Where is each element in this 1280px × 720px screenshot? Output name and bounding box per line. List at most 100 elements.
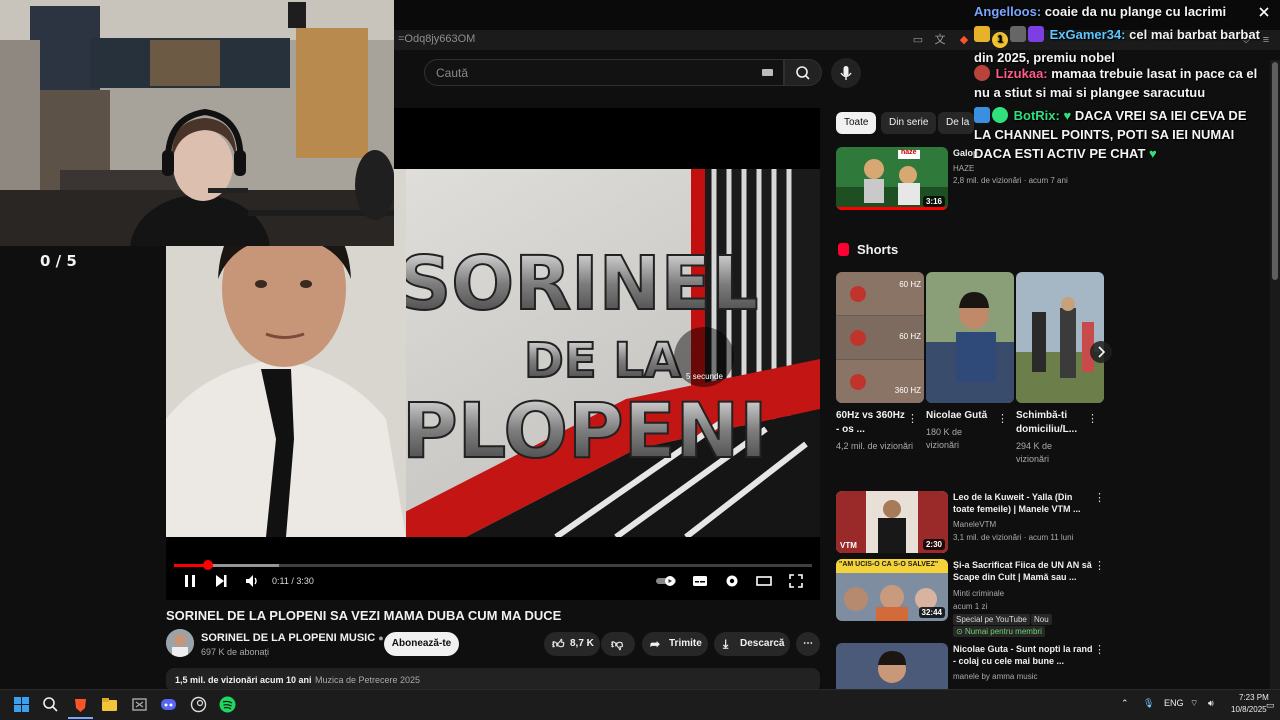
notification-icon[interactable]: ▭ xyxy=(1266,700,1275,711)
wifi-icon[interactable]: ⌔ xyxy=(1190,698,1198,709)
translate-icon[interactable]: 文 xyxy=(934,34,946,46)
short-title[interactable]: 60Hz vs 360Hz - os ... xyxy=(836,409,906,437)
channel-name[interactable]: Minti criminale xyxy=(953,588,1004,599)
voice-search-button[interactable] xyxy=(831,58,861,88)
autoplay-toggle-icon[interactable] xyxy=(655,573,677,589)
kick-badge-icon xyxy=(1028,26,1044,42)
short-thumbnail[interactable]: 60 HZ 60 HZ 360 HZ xyxy=(836,272,924,403)
short-views: 180 K de vizionări xyxy=(926,427,963,450)
channel-name-text[interactable]: SORINEL DE LA PLOPENI MUSIC xyxy=(201,632,375,644)
chip-from-channel[interactable]: De la S xyxy=(938,112,974,134)
badge-members-only: ⊙ Numai pentru membri xyxy=(953,626,1045,637)
steam-icon[interactable] xyxy=(190,696,207,713)
url-text[interactable]: =Odq8jy663OM xyxy=(398,33,475,45)
music-tag[interactable]: Muzica de Petrecere 2025 xyxy=(315,675,420,685)
dislike-button[interactable]: 👎︎ xyxy=(601,632,635,656)
speaker-icon[interactable]: 🔊︎ xyxy=(1208,698,1214,709)
share-label: Trimite xyxy=(669,638,702,649)
video-duration: 2:30 xyxy=(922,539,945,550)
channel-name[interactable]: HAZE xyxy=(953,163,974,174)
channel-avatar[interactable] xyxy=(166,629,194,657)
thumb-text: "AM UCIS-O CA S-O SALVEZ" xyxy=(839,561,939,568)
like-count: 8,7 K xyxy=(570,638,594,649)
search-icon[interactable] xyxy=(42,696,59,713)
subtitles-icon[interactable] xyxy=(692,573,708,589)
short-title[interactable]: Nicolae Gută xyxy=(926,409,996,423)
short-thumbnail[interactable] xyxy=(1016,272,1104,403)
discord-icon[interactable] xyxy=(160,696,177,713)
short-menu-icon[interactable]: ⋮ xyxy=(1087,412,1098,425)
channel-name[interactable]: ManeleVTM xyxy=(953,519,996,530)
progress-buffer xyxy=(209,564,279,567)
short-title[interactable]: Schimbă-ti domiciliu/L... xyxy=(1016,409,1086,437)
settings-gear-icon[interactable] xyxy=(724,573,740,589)
heart-icon: ♥ xyxy=(1063,108,1072,123)
more-actions-button[interactable]: ⋯ xyxy=(796,632,820,656)
windows-start-icon[interactable] xyxy=(13,696,30,713)
channel-name[interactable]: manele by amma music xyxy=(953,671,1037,682)
video-thumbnail[interactable] xyxy=(836,643,948,689)
skip-hint: 5 secunde xyxy=(686,372,723,381)
share-button[interactable]: ➦ Trimite xyxy=(642,632,708,656)
microphone-tray-icon[interactable]: 🎙︎ xyxy=(1143,698,1154,709)
video-thumbnail[interactable]: VTM 2:30 xyxy=(836,491,948,553)
short-label: 60 HZ xyxy=(899,332,921,341)
brave-browser-icon[interactable] xyxy=(72,696,89,713)
scrubber-handle[interactable] xyxy=(203,560,213,570)
tray-overflow-icon[interactable]: ⌃ xyxy=(1121,698,1129,709)
clock-date[interactable]: 10/8/2025 xyxy=(1231,705,1267,714)
video-thumbnail[interactable]: haze 3:16 xyxy=(836,147,948,210)
shorts-heading: Shorts xyxy=(857,242,899,257)
verified-icon: ● xyxy=(378,633,384,643)
verified-badge-icon xyxy=(992,107,1008,123)
language-indicator[interactable]: ENG xyxy=(1164,698,1184,708)
members-icon: ⊙ xyxy=(956,627,965,636)
video-title[interactable]: Și-a Sacrificat Fiica de UN AN să Scape … xyxy=(953,559,1093,583)
chat-message: BotRix: ♥ DACA VREI SA IEI CEVA DE LA CH… xyxy=(974,106,1266,163)
channel-name[interactable]: SORINEL DE LA PLOPENI MUSIC ● xyxy=(201,632,384,644)
video-menu-icon[interactable]: ⋮ xyxy=(1094,491,1105,504)
active-app-indicator xyxy=(68,717,93,719)
chat-message: Angelloos: coaie da nu plange cu lacrimi xyxy=(974,2,1264,21)
video-title[interactable]: Nicolae Guta - Sunt nopti la rand - cola… xyxy=(953,643,1093,667)
thumb-title-line1: SORINEL xyxy=(398,241,758,327)
short-thumbnail[interactable] xyxy=(926,272,1014,403)
pause-icon[interactable] xyxy=(182,573,198,589)
shorts-next-arrow-icon[interactable] xyxy=(1090,341,1112,363)
chip-all[interactable]: Toate xyxy=(836,112,877,134)
shorts-icon xyxy=(838,243,849,256)
gift-badge-icon xyxy=(1010,26,1026,42)
clock-time[interactable]: 7:23 PM xyxy=(1239,693,1269,702)
video-thumbnail[interactable]: "AM UCIS-O CA S-O SALVEZ" 32:44 xyxy=(836,559,948,621)
short-menu-icon[interactable]: ⋮ xyxy=(907,412,918,425)
file-explorer-icon[interactable] xyxy=(101,696,118,713)
chat-username: BotRix: xyxy=(1013,108,1060,123)
keyboard-icon[interactable] xyxy=(762,69,773,76)
video-menu-icon[interactable]: ⋮ xyxy=(1094,559,1105,572)
brave-shield-icon[interactable]: ◆ xyxy=(958,34,970,46)
fullscreen-icon[interactable] xyxy=(788,573,804,589)
video-meta: 3,1 mil. de vizionări · acum 11 luni xyxy=(953,533,1074,542)
chip-series[interactable]: Din serie xyxy=(881,112,937,134)
thumbs-up-icon: 👍︎ xyxy=(552,637,565,651)
video-menu-icon[interactable]: ⋮ xyxy=(1094,643,1105,656)
like-button[interactable]: 👍︎ 8,7 K xyxy=(544,632,600,656)
volume-icon[interactable] xyxy=(244,573,260,589)
search-button[interactable] xyxy=(784,59,822,86)
video-meta: 2,8 mil. de vizionări · acum 7 ani xyxy=(953,176,1068,185)
next-icon[interactable] xyxy=(213,573,229,589)
microphone-icon xyxy=(840,66,852,80)
download-button[interactable]: ⤓ Descarcă xyxy=(714,632,790,656)
theater-mode-icon[interactable] xyxy=(756,573,772,589)
search-input[interactable] xyxy=(424,59,784,86)
scrollbar-thumb[interactable] xyxy=(1272,62,1278,280)
video-title[interactable]: Leo de la Kuweit - Yalla (Din toate feme… xyxy=(953,491,1093,515)
short-menu-icon[interactable]: ⋮ xyxy=(997,412,1008,425)
cast-icon[interactable]: ▭ xyxy=(912,34,924,46)
spotify-icon[interactable] xyxy=(219,696,236,713)
close-icon[interactable] xyxy=(1258,6,1270,18)
badge-special: Special pe YouTube xyxy=(953,614,1030,625)
app-icon[interactable] xyxy=(131,696,148,713)
subscribe-button[interactable]: Abonează-te xyxy=(384,632,459,656)
thumb-title-line2: DE LA xyxy=(524,333,681,389)
